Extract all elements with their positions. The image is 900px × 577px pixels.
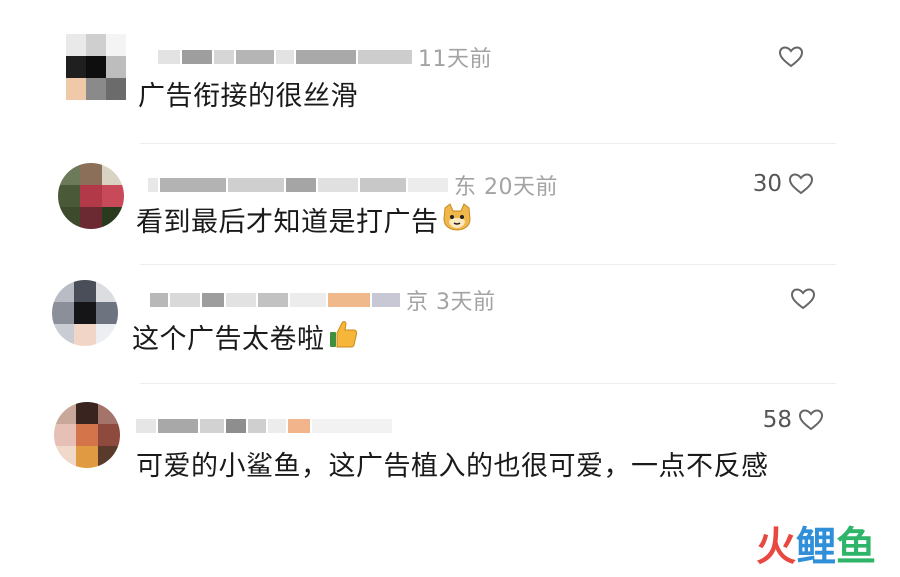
username-blur[interactable] — [286, 178, 316, 192]
username-blur[interactable] — [358, 50, 412, 64]
username-blur[interactable] — [360, 178, 406, 192]
avatar[interactable] — [54, 402, 120, 468]
avatar[interactable] — [66, 34, 126, 100]
cat-face-emoji — [441, 202, 473, 245]
username-blur[interactable] — [296, 50, 356, 64]
username-blur[interactable] — [148, 178, 158, 192]
comment-list: 11天前 广告衔接的很丝滑 东 20天前 看到最后才知道是打广告 30 京 3天… — [0, 0, 900, 577]
username-blur[interactable] — [170, 293, 200, 307]
comment-time: 京 3天前 — [406, 290, 496, 315]
heart-outline-icon[interactable] — [798, 408, 824, 432]
username-blur[interactable] — [150, 293, 168, 307]
username-blur[interactable] — [160, 178, 226, 192]
username-blur[interactable] — [202, 293, 224, 307]
watermark-char: 火 — [756, 524, 796, 570]
username-blur[interactable] — [214, 50, 234, 64]
username-blur[interactable] — [158, 419, 198, 433]
divider — [140, 383, 836, 384]
comment-meta: 京 3天前 — [150, 287, 496, 315]
heart-outline-icon[interactable] — [790, 287, 816, 311]
username-blur[interactable] — [182, 50, 212, 64]
username-blur[interactable] — [268, 419, 286, 433]
like-button[interactable] — [772, 42, 804, 72]
username-blur[interactable] — [248, 419, 266, 433]
comment-text: 这个广告太卷啦 — [132, 318, 359, 363]
comment-text: 看到最后才知道是打广告 — [136, 202, 473, 245]
username-blur[interactable] — [288, 419, 310, 433]
username-blur[interactable] — [158, 50, 180, 64]
comment-text: 可爱的小鲨鱼，这广告植入的也很可爱，一点不反感 — [136, 451, 769, 482]
like-button[interactable] — [784, 284, 816, 314]
divider — [140, 264, 836, 265]
comment-time: 11天前 — [418, 47, 492, 72]
username-blur[interactable] — [226, 419, 246, 433]
username-blur[interactable] — [136, 419, 156, 433]
username-blur[interactable] — [236, 50, 274, 64]
comment-time: 东 20天前 — [454, 175, 558, 200]
comment-text: 广告衔接的很丝滑 — [138, 81, 358, 112]
username-blur[interactable] — [228, 178, 284, 192]
username-blur[interactable] — [312, 419, 392, 433]
username-blur[interactable] — [328, 293, 370, 307]
comment-text-content: 这个广告太卷啦 — [132, 324, 325, 355]
watermark-logo: 火 鲤 鱼 — [756, 523, 876, 571]
comment-meta: 11天前 — [158, 44, 492, 72]
divider — [140, 143, 836, 144]
comment-meta: 东 20天前 — [148, 172, 558, 200]
username-blur[interactable] — [258, 293, 288, 307]
like-count: 58 — [762, 407, 792, 433]
username-blur[interactable] — [290, 293, 326, 307]
username-blur[interactable] — [318, 178, 358, 192]
avatar[interactable] — [52, 280, 118, 346]
avatar[interactable] — [58, 163, 124, 229]
comment-meta — [136, 413, 398, 439]
watermark-char: 鲤 — [796, 524, 836, 570]
username-blur[interactable] — [372, 293, 400, 307]
username-blur[interactable] — [226, 293, 256, 307]
like-button[interactable]: 58 — [763, 405, 824, 435]
like-count: 30 — [752, 171, 782, 197]
username-blur[interactable] — [200, 419, 224, 433]
heart-outline-icon[interactable] — [788, 172, 814, 196]
username-blur[interactable] — [276, 50, 294, 64]
username-blur[interactable] — [408, 178, 448, 192]
heart-outline-icon[interactable] — [778, 45, 804, 69]
comment-text-content: 看到最后才知道是打广告 — [136, 207, 439, 238]
like-button[interactable]: 30 — [753, 169, 814, 199]
thumbs-up-emoji — [327, 318, 359, 363]
watermark-char: 鱼 — [836, 524, 876, 570]
